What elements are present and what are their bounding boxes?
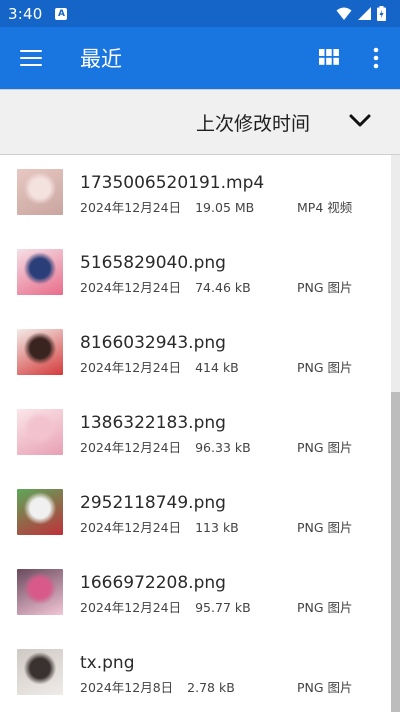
file-size: 96.33 kB bbox=[195, 440, 251, 455]
hamburger-menu-icon[interactable] bbox=[20, 48, 44, 68]
list-item[interactable]: 5165829040.png 2024年12月24日 74.46 kB PNG … bbox=[0, 235, 390, 315]
file-meta: 2024年12月24日 74.46 kB bbox=[80, 277, 251, 296]
file-type: MP4 视频 bbox=[297, 200, 353, 215]
sort-bar[interactable]: 上次修改时间 bbox=[0, 89, 400, 155]
file-name: tx.png bbox=[80, 653, 135, 673]
file-type: PNG 图片 bbox=[297, 440, 353, 455]
file-name: 1666972208.png bbox=[80, 573, 226, 593]
file-date: 2024年12月24日 bbox=[80, 360, 182, 375]
file-meta: 2024年12月24日 95.77 kB bbox=[80, 597, 251, 616]
file-thumbnail bbox=[17, 489, 63, 535]
file-name: 8166032943.png bbox=[80, 333, 226, 353]
list-item[interactable]: 8166032943.png 2024年12月24日 414 kB PNG 图片 bbox=[0, 315, 390, 395]
battery-icon bbox=[377, 6, 386, 21]
file-meta: 2024年12月24日 96.33 kB bbox=[80, 437, 251, 456]
list-item[interactable]: 1386322183.png 2024年12月24日 96.33 kB PNG … bbox=[0, 395, 390, 475]
list-item[interactable]: 1666972208.png 2024年12月24日 95.77 kB PNG … bbox=[0, 555, 390, 635]
file-size: 113 kB bbox=[195, 520, 239, 535]
file-date: 2024年12月8日 bbox=[80, 680, 174, 695]
file-meta: 2024年12月8日 2.78 kB bbox=[80, 677, 235, 696]
file-meta: 2024年12月24日 414 kB bbox=[80, 357, 239, 376]
file-date: 2024年12月24日 bbox=[80, 600, 182, 615]
file-thumbnail bbox=[17, 569, 63, 615]
page-title: 最近 bbox=[80, 47, 122, 71]
file-thumbnail bbox=[17, 329, 63, 375]
file-size: 414 kB bbox=[195, 360, 239, 375]
file-type: PNG 图片 bbox=[297, 600, 353, 615]
file-type: PNG 图片 bbox=[297, 520, 353, 535]
list-item[interactable]: 2952118749.png 2024年12月24日 113 kB PNG 图片 bbox=[0, 475, 390, 555]
file-date: 2024年12月24日 bbox=[80, 440, 182, 455]
file-meta: 2024年12月24日 113 kB bbox=[80, 517, 239, 536]
status-time: 3:40 bbox=[8, 4, 43, 23]
status-bar: 3:40 A bbox=[0, 0, 400, 27]
file-meta: 2024年12月24日 19.05 MB bbox=[80, 197, 254, 216]
file-size: 2.78 kB bbox=[187, 680, 235, 695]
grid-view-icon[interactable] bbox=[319, 49, 339, 65]
file-date: 2024年12月24日 bbox=[80, 280, 182, 295]
file-date: 2024年12月24日 bbox=[80, 200, 182, 215]
file-name: 2952118749.png bbox=[80, 493, 226, 513]
file-type: PNG 图片 bbox=[297, 280, 353, 295]
list-item[interactable]: 1735006520191.mp4 2024年12月24日 19.05 MB M… bbox=[0, 155, 390, 235]
notification-icon: A bbox=[55, 7, 68, 20]
file-date: 2024年12月24日 bbox=[80, 520, 182, 535]
file-type: PNG 图片 bbox=[297, 680, 353, 695]
signal-icon bbox=[358, 6, 371, 20]
list-item[interactable]: tx.png 2024年12月8日 2.78 kB PNG 图片 bbox=[0, 635, 390, 715]
file-size: 19.05 MB bbox=[195, 200, 255, 215]
file-type: PNG 图片 bbox=[297, 360, 353, 375]
file-thumbnail bbox=[17, 249, 63, 295]
file-name: 1735006520191.mp4 bbox=[80, 173, 265, 193]
scrollbar-thumb[interactable] bbox=[391, 392, 400, 712]
file-size: 95.77 kB bbox=[195, 600, 251, 615]
chevron-down-icon[interactable] bbox=[349, 114, 371, 128]
wifi-icon bbox=[336, 7, 352, 20]
file-thumbnail bbox=[17, 169, 63, 215]
file-name: 5165829040.png bbox=[80, 253, 226, 273]
file-list: 1735006520191.mp4 2024年12月24日 19.05 MB M… bbox=[0, 155, 400, 712]
file-thumbnail bbox=[17, 409, 63, 455]
more-vert-icon[interactable] bbox=[366, 45, 386, 71]
file-name: 1386322183.png bbox=[80, 413, 226, 433]
file-size: 74.46 kB bbox=[195, 280, 251, 295]
app-bar: 最近 bbox=[0, 27, 400, 89]
status-icons bbox=[336, 6, 386, 21]
file-thumbnail bbox=[17, 649, 63, 695]
sort-label[interactable]: 上次修改时间 bbox=[196, 109, 310, 136]
